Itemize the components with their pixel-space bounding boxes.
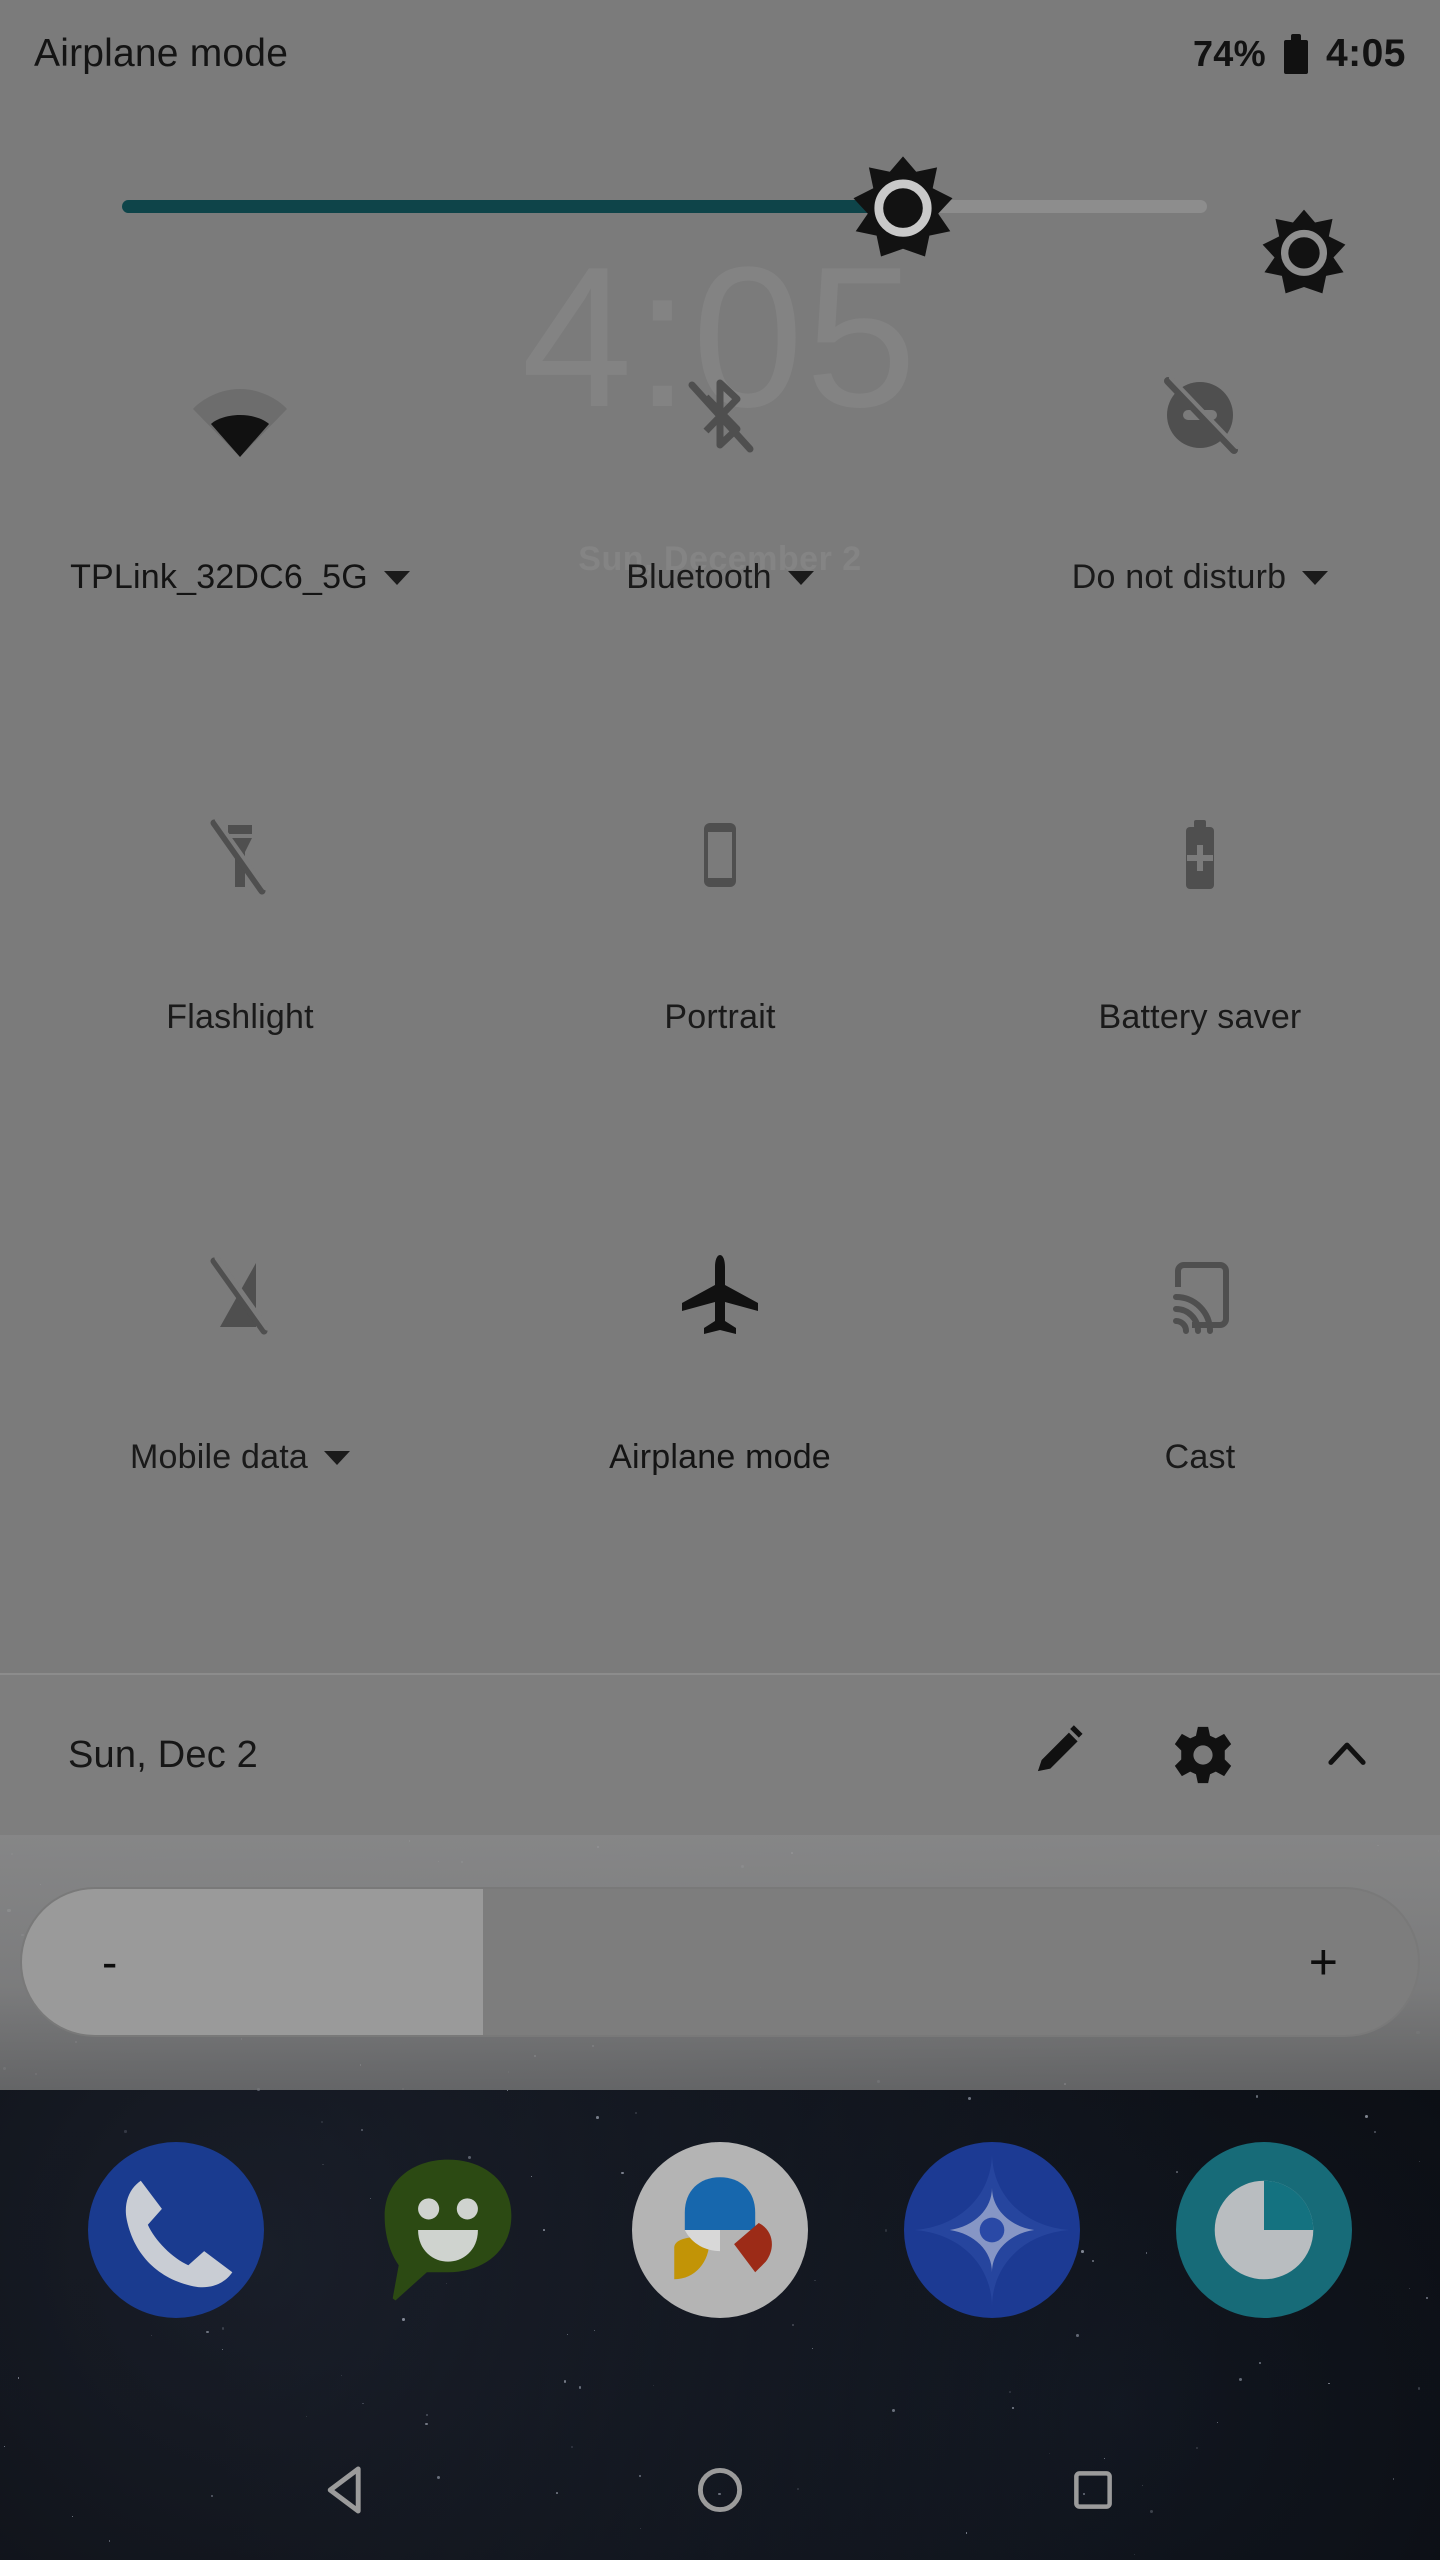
decrease-button[interactable]: - xyxy=(102,1939,117,1985)
tile-row-3: Mobile data Airplane mode Cast xyxy=(0,1210,1440,1650)
gear-icon[interactable] xyxy=(1166,1718,1240,1792)
tile-airplane-mode-label: Airplane mode xyxy=(609,1438,831,1476)
status-bar: Airplane mode 74% 4:05 xyxy=(0,0,1440,108)
camera-app[interactable] xyxy=(1176,2142,1352,2318)
tile-flashlight-label: Flashlight xyxy=(166,998,314,1036)
tile-do-not-disturb[interactable]: Do not disturb xyxy=(960,330,1440,770)
brightness-slider[interactable] xyxy=(122,156,1207,257)
tile-mobile-data[interactable]: Mobile data xyxy=(0,1210,480,1650)
mobile-data-off-icon xyxy=(185,1240,295,1350)
home-dock xyxy=(0,2130,1440,2330)
status-bar-clock: 4:05 xyxy=(1325,32,1406,75)
chevron-down-icon[interactable] xyxy=(787,570,814,585)
footer-actions xyxy=(1022,1718,1384,1792)
tile-battery-saver-label: Battery saver xyxy=(1098,998,1302,1036)
tile-mobile-data-label: Mobile data xyxy=(130,1438,308,1476)
notification-shade-strip: - + xyxy=(0,1835,1440,2090)
home-circle-icon[interactable] xyxy=(672,2442,768,2538)
tile-battery-saver-label-row: Battery saver xyxy=(1099,998,1302,1037)
tile-bluetooth-label-row: Bluetooth xyxy=(626,558,814,597)
tile-cast-label: Cast xyxy=(1164,1438,1236,1476)
tile-row-2: Flashlight Portrait Battery saver xyxy=(0,770,1440,1210)
status-bar-left-text: Airplane mode xyxy=(34,32,289,75)
tile-bluetooth-label: Bluetooth xyxy=(626,558,772,596)
tile-rotation-label-row: Portrait xyxy=(664,998,775,1037)
flashlight-off-icon xyxy=(185,800,295,910)
rotation-portrait-icon xyxy=(665,800,775,910)
battery-saver-icon xyxy=(1145,800,1255,910)
tile-flashlight-label-row: Flashlight xyxy=(166,998,314,1037)
tile-wifi[interactable]: TPLink_32DC6_5G xyxy=(0,330,480,770)
status-bar-right-group: 74% 4:05 xyxy=(1193,32,1406,76)
phone-app[interactable] xyxy=(88,2142,264,2318)
quick-settings-footer: Sun, Dec 2 xyxy=(0,1675,1440,1835)
pencil-edit-icon[interactable] xyxy=(1022,1718,1096,1792)
tile-wifi-label: TPLink_32DC6_5G xyxy=(70,558,368,596)
tile-dnd-label-row: Do not disturb xyxy=(1071,558,1329,597)
navigation-bar xyxy=(0,2420,1440,2560)
increase-button[interactable]: + xyxy=(1309,1937,1338,1987)
tile-rotation-label: Portrait xyxy=(664,998,776,1036)
tile-battery-saver[interactable]: Battery saver xyxy=(960,770,1440,1210)
auto-brightness-sun-icon[interactable] xyxy=(1258,206,1350,298)
notification-pill-fill xyxy=(22,1889,483,2035)
photos-app[interactable] xyxy=(632,2142,808,2318)
chevron-down-icon[interactable] xyxy=(383,570,410,585)
tile-row-1: TPLink_32DC6_5G Bluetooth Do not disturb xyxy=(0,330,1440,770)
notification-volume-pill[interactable]: - + xyxy=(20,1887,1420,2037)
google-app[interactable] xyxy=(904,2142,1080,2318)
chevron-down-icon[interactable] xyxy=(1302,570,1329,585)
tile-rotation[interactable]: Portrait xyxy=(480,770,960,1210)
quick-settings-tiles: TPLink_32DC6_5G Bluetooth Do not disturb… xyxy=(0,330,1440,1650)
tile-wifi-label-row: TPLink_32DC6_5G xyxy=(70,558,410,597)
brightness-sun-icon[interactable] xyxy=(848,152,958,262)
messages-app[interactable] xyxy=(360,2142,536,2318)
tile-cast[interactable]: Cast xyxy=(960,1210,1440,1650)
quick-settings-panel: 4:05 Sun, December 2 Airplane mode 74% 4… xyxy=(0,0,1440,1835)
brightness-row xyxy=(0,148,1440,294)
cast-icon xyxy=(1145,1240,1255,1350)
back-triangle-icon[interactable] xyxy=(299,2442,395,2538)
tile-dnd-label: Do not disturb xyxy=(1071,558,1287,596)
brightness-slider-fill xyxy=(122,200,904,213)
do-not-disturb-off-icon xyxy=(1145,360,1255,470)
tile-bluetooth[interactable]: Bluetooth xyxy=(480,330,960,770)
wifi-icon xyxy=(185,360,295,470)
airplane-icon xyxy=(665,1240,775,1350)
tile-airplane-mode-label-row: Airplane mode xyxy=(609,1438,831,1477)
recents-square-icon[interactable] xyxy=(1045,2442,1141,2538)
tile-airplane-mode[interactable]: Airplane mode xyxy=(480,1210,960,1650)
chevron-down-icon[interactable] xyxy=(323,1450,350,1465)
tile-cast-label-row: Cast xyxy=(1165,1438,1236,1477)
bluetooth-off-icon xyxy=(665,360,775,470)
battery-full-icon xyxy=(1283,34,1308,74)
chevron-up-icon[interactable] xyxy=(1310,1718,1384,1792)
tile-mobile-data-label-row: Mobile data xyxy=(130,1438,350,1477)
footer-date-label: Sun, Dec 2 xyxy=(68,1733,258,1776)
tile-flashlight[interactable]: Flashlight xyxy=(0,770,480,1210)
battery-percent-label: 74% xyxy=(1192,33,1266,74)
